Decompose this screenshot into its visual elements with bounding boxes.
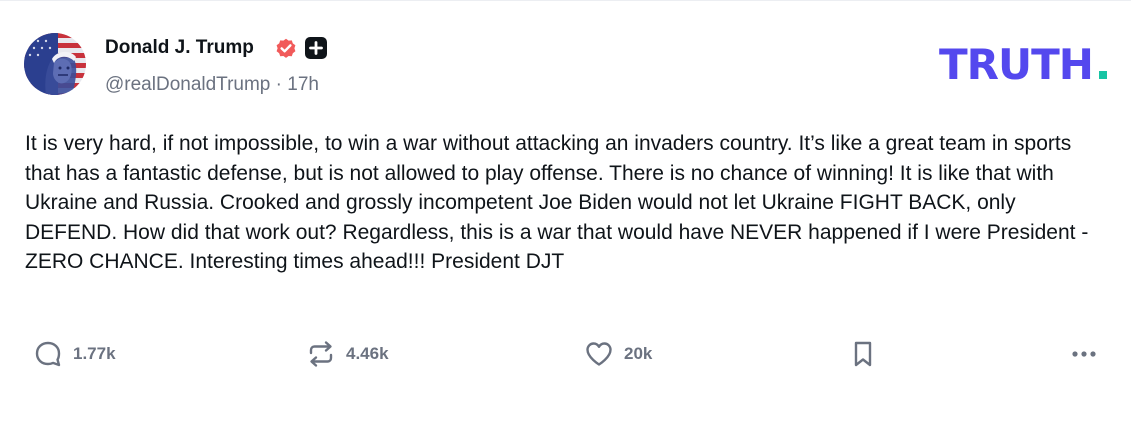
retruth-count: 4.46k (346, 344, 389, 363)
more-dots-icon (1072, 351, 1096, 357)
us-flag-portrait-avatar-icon (24, 33, 86, 95)
heart-icon (586, 342, 612, 366)
truth-logo-dot (1099, 71, 1107, 79)
truth-social-logo[interactable]: TRUTH (939, 41, 1109, 87)
truth-logo-text: TRUTH (939, 41, 1093, 87)
truth-post: Donald J. Trump @realDonaldTrump · 17h T… (0, 0, 1131, 432)
bookmark-button[interactable] (848, 338, 878, 370)
author-display-name[interactable]: Donald J. Trump (105, 36, 254, 60)
like-count: 20k (624, 344, 653, 363)
like-button[interactable]: 20k (584, 338, 652, 370)
post-body-text: It is very hard, if not impossible, to w… (25, 132, 1089, 273)
repost-arrows-icon (309, 341, 333, 367)
bookmark-icon (854, 341, 872, 367)
truth-plus-badge-icon (305, 37, 327, 59)
avatar[interactable] (24, 33, 86, 95)
reply-count: 1.77k (73, 344, 116, 363)
more-options-button[interactable] (1069, 338, 1099, 370)
reply-button[interactable]: 1.77k (33, 338, 116, 370)
verified-badge-icon (276, 38, 296, 58)
author-handle-timestamp[interactable]: @realDonaldTrump · 17h (105, 73, 319, 97)
retruth-button[interactable]: 4.46k (306, 338, 389, 370)
comment-bubble-icon (35, 341, 61, 367)
